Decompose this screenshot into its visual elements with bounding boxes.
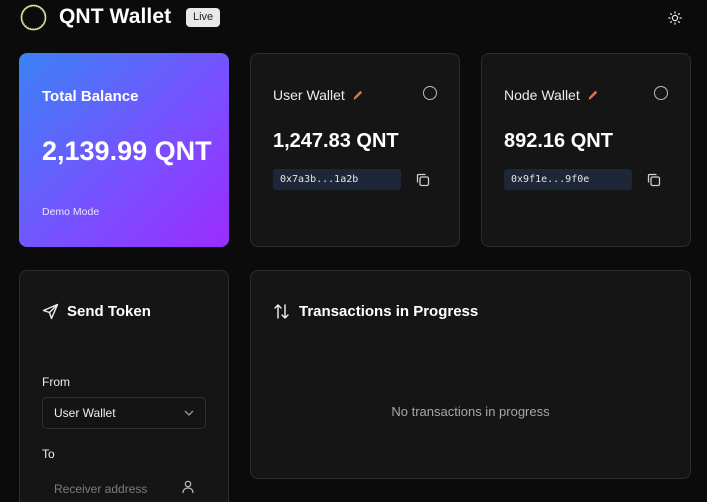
total-balance-card: Total Balance 2,139.99 QNT Demo Mode: [19, 53, 229, 247]
from-wallet-select[interactable]: User Wallet: [42, 397, 206, 429]
demo-mode-label: Demo Mode: [42, 206, 100, 218]
to-label: To: [42, 447, 55, 461]
empty-state-text: No transactions in progress: [391, 404, 550, 419]
wallet-app: QNT Wallet Live Total Balance 2,139.99 Q…: [0, 0, 707, 502]
send-icon: [42, 303, 59, 320]
live-badge: Live: [186, 8, 221, 27]
total-balance-value: 2,139.99 QNT: [42, 136, 212, 166]
transactions-title: Transactions in Progress: [299, 303, 479, 320]
user-wallet-card[interactable]: User Wallet 1,247.83 QNT 0x7a3b...1a2b: [250, 53, 460, 247]
app-title: QNT Wallet: [59, 5, 172, 28]
header: QNT Wallet Live: [0, 0, 707, 36]
from-wallet-value: User Wallet: [54, 406, 116, 420]
pencil-icon[interactable]: [587, 89, 599, 101]
copy-icon[interactable]: [414, 171, 432, 189]
wallet-name-row: User Wallet: [273, 87, 364, 103]
copy-icon[interactable]: [645, 171, 663, 189]
transactions-card: Transactions in Progress No transactions…: [250, 270, 691, 479]
wallet-address: 0x9f1e...9f0e: [504, 169, 632, 190]
node-wallet-card[interactable]: Node Wallet 892.16 QNT 0x9f1e...9f0e: [481, 53, 691, 247]
wallet-balance: 892.16 QNT: [504, 130, 613, 152]
wallet-select-radio[interactable]: [423, 86, 437, 100]
total-balance-label: Total Balance: [42, 88, 139, 105]
wallet-name: User Wallet: [273, 87, 345, 103]
wallet-address: 0x7a3b...1a2b: [273, 169, 401, 190]
arrows-up-down-icon: [274, 304, 289, 319]
wallet-select-radio[interactable]: [654, 86, 668, 100]
ring-logo-icon: [20, 4, 47, 31]
send-token-title: Send Token: [67, 303, 151, 320]
transactions-heading: Transactions in Progress: [273, 303, 478, 320]
send-token-card: Send Token From User Wallet To: [19, 270, 229, 502]
wallet-name: Node Wallet: [504, 87, 580, 103]
theme-toggle-button[interactable]: [664, 7, 686, 29]
person-icon: [182, 480, 194, 494]
from-label: From: [42, 375, 70, 389]
wallet-balance: 1,247.83 QNT: [273, 130, 399, 152]
pencil-icon[interactable]: [352, 89, 364, 101]
send-token-heading: Send Token: [42, 303, 151, 320]
sun-icon: [668, 11, 682, 25]
wallet-name-row: Node Wallet: [504, 87, 599, 103]
chevron-down-icon: [184, 410, 194, 416]
